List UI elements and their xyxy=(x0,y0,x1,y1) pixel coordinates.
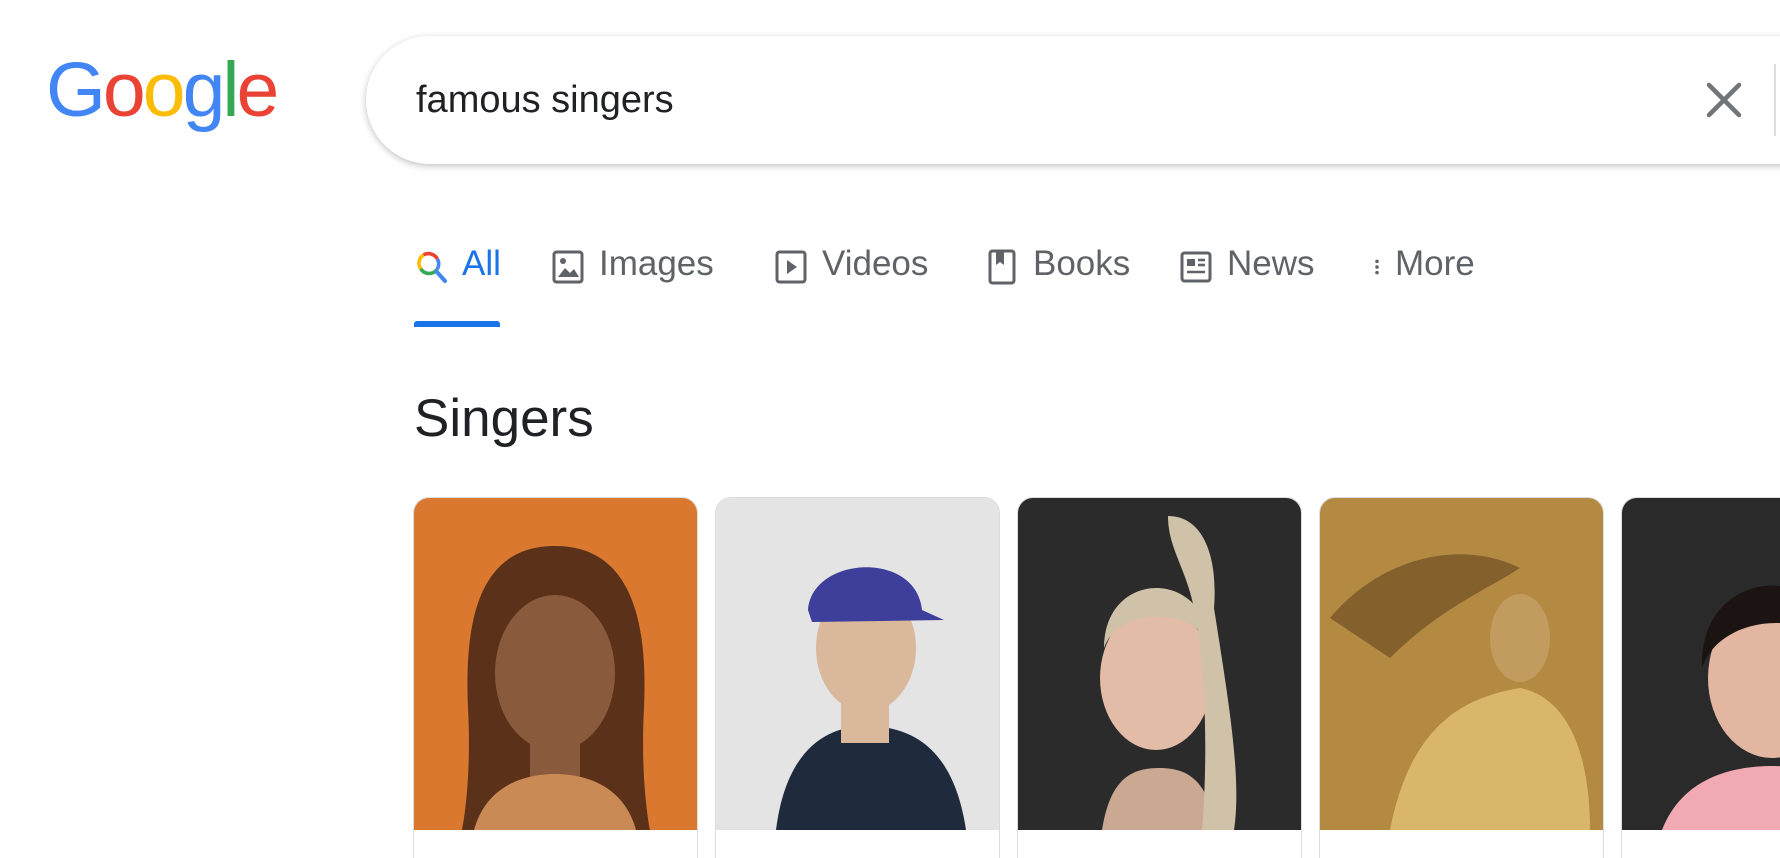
tab-news[interactable]: News xyxy=(1179,244,1315,324)
card-caption xyxy=(716,830,999,858)
active-tab-indicator xyxy=(414,321,500,327)
image-icon xyxy=(552,250,584,284)
singer-card[interactable] xyxy=(413,497,698,858)
search-box xyxy=(366,36,1780,164)
close-icon xyxy=(1706,82,1742,118)
search-icon xyxy=(417,251,447,283)
play-icon xyxy=(775,250,807,284)
tab-videos[interactable]: Videos xyxy=(774,244,928,324)
singer-card[interactable] xyxy=(1017,497,1302,858)
tab-images[interactable]: Images xyxy=(551,244,714,324)
tab-more[interactable]: More xyxy=(1369,244,1475,324)
search-results-page: Google All xyxy=(0,0,1780,858)
singer-card[interactable] xyxy=(1621,497,1780,858)
singer-photo xyxy=(1622,498,1780,830)
search-input[interactable] xyxy=(416,70,1516,130)
google-logo[interactable]: Google xyxy=(46,52,279,129)
singer-card[interactable] xyxy=(1319,497,1604,858)
tab-all[interactable]: All xyxy=(414,244,501,327)
section-title: Singers xyxy=(414,389,594,448)
singer-photo xyxy=(1320,498,1603,830)
news-icon xyxy=(1180,251,1212,283)
clear-search-button[interactable] xyxy=(1696,72,1752,128)
tab-books[interactable]: Books xyxy=(985,244,1130,324)
book-icon xyxy=(988,249,1016,285)
singer-photo xyxy=(414,498,697,830)
singer-card[interactable] xyxy=(715,497,1000,858)
search-box-divider xyxy=(1774,64,1776,136)
singer-photo xyxy=(716,498,999,830)
card-caption xyxy=(414,830,697,858)
card-caption xyxy=(1320,830,1603,858)
card-caption xyxy=(1018,830,1301,858)
more-vert-icon xyxy=(1375,259,1379,275)
singer-photo xyxy=(1018,498,1301,830)
card-caption xyxy=(1622,830,1780,858)
